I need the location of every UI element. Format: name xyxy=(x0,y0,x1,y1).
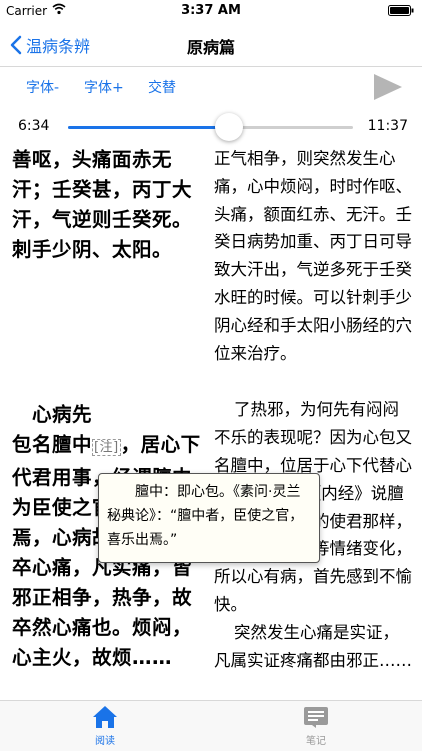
translation-paragraph: 正气相争，则突然发生心痛，心中烦闷，时时作呕、头痛，额面红赤、无汗。壬癸日病势加… xyxy=(214,149,412,363)
translation-paragraph: 突然发生心痛是实证，凡属实证疼痛都由邪正…… xyxy=(214,622,412,670)
reader-toolbar: 字体- 字体+ 交替 xyxy=(0,67,422,105)
status-bar: Carrier 3:37 AM xyxy=(0,0,422,22)
translation-column: 正气相争，则突然发生心痛，心中烦闷，时时作呕、头痛，额面红赤、无汗。壬癸日病势加… xyxy=(214,145,414,674)
tab-bar: 阅读 笔记 xyxy=(0,700,422,751)
text-fragment: 包名膻中 xyxy=(12,433,93,456)
text-fragment: 心病先 xyxy=(32,403,93,426)
progress-fill xyxy=(68,126,230,129)
progress-slider[interactable] xyxy=(68,113,353,141)
play-icon[interactable] xyxy=(372,73,404,101)
original-paragraph: 善呕，头痛面赤无汗；壬癸甚，丙丁大汗，气逆则壬癸死。刺手少阴、太阳。 xyxy=(12,148,193,261)
audio-player: 6:34 11:37 xyxy=(0,112,422,142)
total-time: 11:37 xyxy=(367,118,408,134)
home-icon xyxy=(93,706,117,728)
tab-notes[interactable]: 笔记 xyxy=(286,705,346,747)
original-text-column: 善呕，头痛面赤无汗；壬癸甚，丙丁大汗，气逆则壬癸死。刺手少阴、太阳。 心病先 包… xyxy=(12,145,204,669)
alternate-button[interactable]: 交替 xyxy=(148,77,176,97)
page-title: 原病篇 xyxy=(186,38,235,57)
slider-thumb[interactable] xyxy=(215,113,244,141)
navigation-bar: 温病条辨 原病篇 xyxy=(0,22,422,67)
note-tag[interactable]: [注] xyxy=(92,439,121,456)
font-decrease-button[interactable]: 字体- xyxy=(26,77,59,97)
battery-icon xyxy=(388,5,414,16)
tab-label: 笔记 xyxy=(306,736,326,747)
tab-label: 阅读 xyxy=(95,736,115,747)
annotation-popup: 膻中：即心包。《素问·灵兰秘典论》：“膻中者，臣使之官，喜乐出焉。” xyxy=(98,473,320,563)
font-increase-button[interactable]: 字体+ xyxy=(84,77,124,97)
tab-read[interactable]: 阅读 xyxy=(75,705,135,747)
current-time: 6:34 xyxy=(18,118,50,134)
status-time: 3:37 AM xyxy=(181,3,241,18)
reading-content: 善呕，头痛面赤无汗；壬癸甚，丙丁大汗，气逆则壬癸死。刺手少阴、太阳。 心病先 包… xyxy=(0,145,422,700)
notebook-icon xyxy=(304,707,328,728)
